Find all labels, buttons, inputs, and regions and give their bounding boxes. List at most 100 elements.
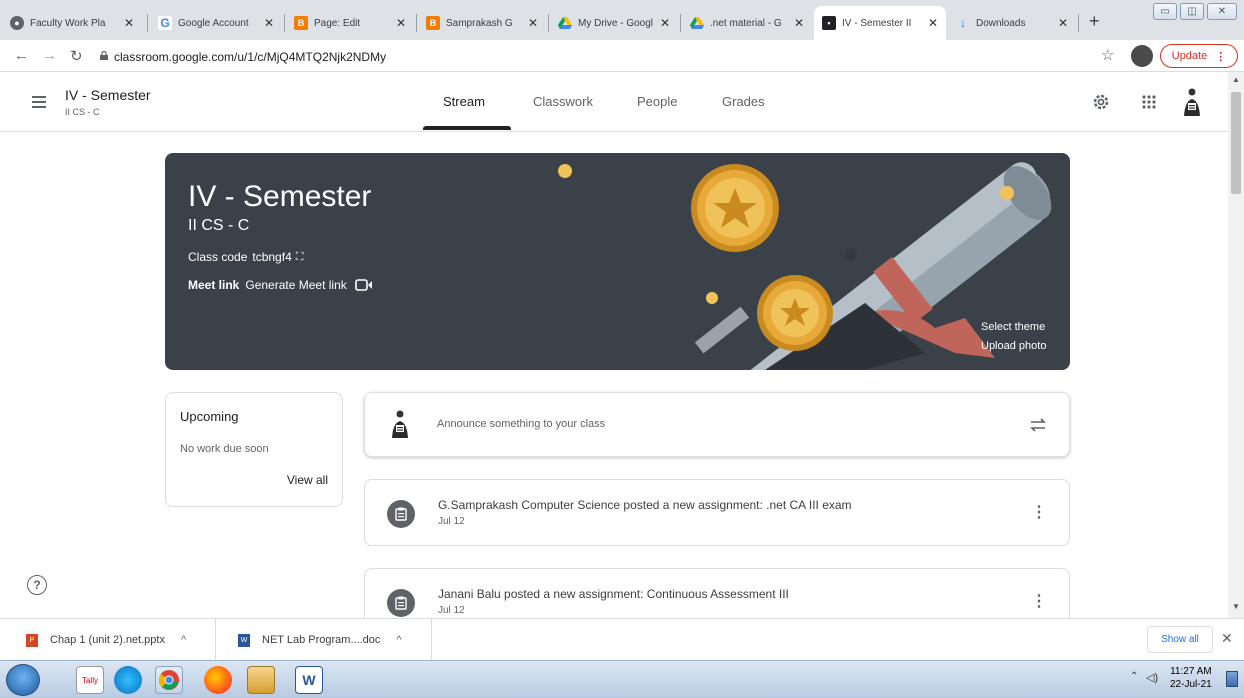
browser-tab[interactable]: G Google Account ✕: [150, 6, 282, 40]
meet-link-row: Meet link Generate Meet link: [188, 278, 373, 292]
show-desktop-button[interactable]: [1226, 671, 1238, 687]
apps-grid-icon[interactable]: [1142, 95, 1156, 109]
download-filename: Chap 1 (unit 2).net.pptx: [50, 634, 165, 646]
tab-title: Faculty Work Pla: [30, 17, 106, 29]
more-vert-icon[interactable]: ⋮: [1031, 591, 1047, 611]
clock-time: 11:27 AM: [1170, 666, 1212, 677]
google-drive-icon: [690, 16, 704, 30]
upcoming-title: Upcoming: [180, 409, 239, 424]
close-icon[interactable]: ✕: [264, 16, 274, 30]
new-tab-button[interactable]: +: [1089, 11, 1100, 32]
account-avatar[interactable]: [1181, 87, 1203, 117]
close-icon[interactable]: ✕: [124, 16, 134, 30]
banner-class-title[interactable]: IV - Semester: [188, 180, 371, 214]
close-icon[interactable]: ✕: [1058, 16, 1068, 30]
fullscreen-icon[interactable]: ⛶: [296, 251, 304, 264]
tally-icon[interactable]: Tally: [76, 666, 104, 694]
browser-tab[interactable]: B Page: Edit ✕: [286, 6, 414, 40]
download-item[interactable]: W NET Lab Program....doc ^: [216, 619, 432, 661]
microsoft-word-icon[interactable]: W: [295, 666, 323, 694]
minimize-button[interactable]: ▭: [1153, 3, 1177, 20]
settings-gear-icon[interactable]: [1092, 93, 1110, 111]
assignment-icon: [387, 500, 415, 528]
close-icon[interactable]: ✕: [794, 16, 804, 30]
google-icon: G: [158, 16, 172, 30]
scroll-down-icon[interactable]: ▼: [1232, 602, 1240, 611]
chevron-up-icon[interactable]: ^: [396, 634, 401, 646]
forward-arrow-icon[interactable]: →: [42, 47, 57, 64]
class-code-label: Class code: [188, 250, 248, 264]
close-icon[interactable]: ✕: [396, 16, 406, 30]
maximize-button[interactable]: ◫: [1180, 3, 1204, 20]
profile-avatar[interactable]: [1131, 45, 1153, 67]
vertical-scrollbar[interactable]: ▲ ▼: [1228, 72, 1244, 618]
close-icon[interactable]: ✕: [660, 16, 670, 30]
word-file-icon: W: [238, 633, 250, 647]
more-vert-icon: ⋮: [1215, 50, 1227, 63]
classroom-icon: ▪: [822, 16, 836, 30]
browser-tab[interactable]: .net material - G ✕: [682, 6, 812, 40]
stream-post[interactable]: G.Samprakash Computer Science posted a n…: [364, 479, 1070, 546]
upcoming-status: No work due soon: [180, 443, 269, 455]
show-all-button[interactable]: Show all: [1147, 626, 1213, 653]
tab-people[interactable]: People: [637, 94, 677, 109]
announce-placeholder[interactable]: Announce something to your class: [437, 418, 605, 430]
taskbar-clock[interactable]: 11:27 AM 22-Jul-21: [1170, 665, 1212, 691]
class-title[interactable]: IV - Semester: [65, 87, 151, 103]
windows-taskbar: Tally W ⌃ ◁) 11:27 AM 22-Jul-21: [0, 660, 1244, 698]
firefox-icon[interactable]: [204, 666, 232, 694]
browser-tab[interactable]: ● Faculty Work Pla ✕: [2, 6, 142, 40]
tab-stream[interactable]: Stream: [443, 94, 485, 109]
post-text: Janani Balu posted a new assignment: Con…: [438, 587, 789, 601]
select-theme-link[interactable]: Select theme: [981, 321, 1045, 333]
banner-section: II CS - C: [188, 217, 250, 234]
announce-box[interactable]: Announce something to your class: [364, 392, 1070, 457]
close-window-button[interactable]: ✕: [1207, 3, 1237, 20]
downloads-bar: P Chap 1 (unit 2).net.pptx ^ W NET Lab P…: [0, 618, 1244, 661]
lock-icon: [100, 51, 108, 60]
scrollbar-thumb[interactable]: [1231, 92, 1241, 194]
download-item[interactable]: P Chap 1 (unit 2).net.pptx ^: [0, 619, 216, 661]
close-icon[interactable]: ✕: [928, 16, 938, 30]
view-all-link[interactable]: View all: [287, 473, 328, 487]
powerpoint-file-icon: P: [26, 633, 38, 647]
browser-tab-active[interactable]: ▪ IV - Semester II ✕: [814, 6, 946, 40]
scroll-up-icon[interactable]: ▲: [1232, 75, 1240, 84]
start-button[interactable]: [6, 664, 40, 696]
chevron-up-icon[interactable]: ^: [181, 634, 186, 646]
help-icon[interactable]: ?: [27, 575, 47, 595]
browser-tab[interactable]: My Drive - Googl ✕: [550, 6, 678, 40]
update-button[interactable]: Update ⋮: [1160, 44, 1238, 68]
chrome-icon[interactable]: [155, 666, 183, 694]
bookmark-star-icon[interactable]: ☆: [1101, 46, 1114, 64]
tab-title: My Drive - Googl: [578, 17, 654, 29]
hamburger-menu-icon[interactable]: [32, 96, 46, 108]
assignment-icon: [387, 589, 415, 617]
system-tray-chevron-icon[interactable]: ⌃: [1130, 671, 1138, 682]
more-vert-icon[interactable]: ⋮: [1031, 502, 1047, 522]
post-text: G.Samprakash Computer Science posted a n…: [438, 498, 852, 512]
generate-meet-link[interactable]: Generate Meet link: [245, 278, 346, 292]
volume-icon[interactable]: ◁): [1146, 671, 1158, 684]
close-icon[interactable]: ✕: [1221, 630, 1233, 647]
close-icon[interactable]: ✕: [528, 16, 538, 30]
tab-classwork[interactable]: Classwork: [533, 94, 593, 109]
browser-tab[interactable]: B Samprakash G ✕: [418, 6, 546, 40]
upload-photo-link[interactable]: Upload photo: [981, 340, 1046, 352]
tab-grades[interactable]: Grades: [722, 94, 765, 109]
clock-date: 22-Jul-21: [1170, 679, 1212, 690]
tab-title: Samprakash G: [446, 17, 513, 29]
download-icon: ↓: [960, 16, 966, 30]
browser-tab[interactable]: ↓ Downloads ✕: [948, 6, 1076, 40]
reload-icon[interactable]: ↻: [70, 47, 83, 65]
back-arrow-icon[interactable]: ←: [14, 47, 29, 64]
blogger-icon: B: [294, 16, 308, 30]
globe-icon: ●: [10, 16, 24, 30]
browser-toolbar: ← → ↻ classroom.google.com/u/1/c/MjQ4MTQ…: [0, 40, 1244, 72]
active-tab-indicator: [423, 126, 511, 130]
repost-icon[interactable]: [1029, 417, 1047, 433]
edge-browser-icon[interactable]: [114, 666, 142, 694]
video-camera-icon[interactable]: [354, 279, 373, 291]
file-explorer-icon[interactable]: [247, 666, 275, 694]
address-bar[interactable]: classroom.google.com/u/1/c/MjQ4MTQ2Njk2N…: [114, 50, 386, 64]
